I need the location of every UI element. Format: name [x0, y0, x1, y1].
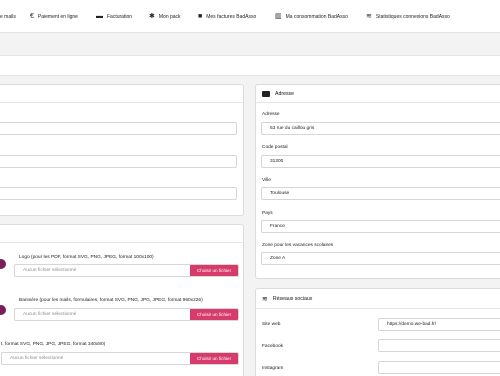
- tab-mails[interactable]: e mails: [0, 0, 16, 33]
- site-web-field[interactable]: https://demo.we-bad.fr/: [378, 318, 500, 331]
- tab-facturation[interactable]: ▬ Facturation: [96, 0, 132, 33]
- tab-ma-consommation-label: Ma consommation BadAsso: [285, 13, 348, 20]
- zone-select[interactable]: Zone A: [261, 252, 500, 265]
- facebook-label: Facebook: [262, 344, 284, 349]
- tab-statistiques[interactable]: ≋ Statistiques connexions BadAsso: [366, 0, 450, 33]
- address-card-header: Adresse: [256, 85, 500, 103]
- logo-preview: [0, 259, 6, 269]
- social-card-title: Réseaux sociaux: [272, 295, 313, 302]
- banner-choose-file-button[interactable]: Choisir un fichier: [190, 309, 238, 320]
- wifi-icon: ≋: [262, 295, 268, 303]
- social-card: ≋ Réseaux sociaux Site web https://demo.…: [255, 288, 500, 376]
- banner-file-status: Aucun fichier sélectionné: [23, 312, 77, 317]
- logo-label: Logo (pour les PDF, format SVG, PNG, JPE…: [19, 255, 154, 260]
- banner-preview: [0, 305, 6, 315]
- tab-bar: e mails € Paiement en ligne ▬ Facturatio…: [0, 0, 500, 33]
- images-card-header: [0, 225, 243, 243]
- third-file-input[interactable]: Aucun fichier sélectionné Choisir un fic…: [1, 352, 239, 365]
- images-card: Logo (pour les PDF, format SVG, PNG, JPE…: [0, 224, 244, 376]
- tab-paiement-en-ligne-label: Paiement en ligne: [37, 13, 78, 20]
- address-card: Adresse Adresse 53 rue du caillou gris C…: [255, 84, 500, 279]
- ville-field[interactable]: Toulouse: [261, 187, 500, 200]
- puzzle-icon: ✱: [149, 13, 155, 20]
- pays-field[interactable]: France: [261, 220, 500, 233]
- third-image-label: t, format SVG, PNG, JPG, JPEG, format 34…: [1, 342, 106, 347]
- general-info-card-header: [0, 85, 243, 103]
- general-info-card: [0, 84, 244, 216]
- tab-mes-factures[interactable]: ■ Mes factures BadAsso: [198, 0, 256, 33]
- tab-mon-pack-label: Mon pack: [158, 13, 181, 20]
- tab-mes-factures-label: Mes factures BadAsso: [206, 13, 257, 20]
- wifi-icon: ≋: [366, 13, 372, 20]
- banner-file-input[interactable]: Aucun fichier sélectionné Choisir un fic…: [14, 308, 239, 321]
- sub-toolbar: [0, 55, 500, 76]
- instagram-label: Instagram: [262, 366, 284, 371]
- logo-file-input[interactable]: Aucun fichier sélectionné Choisir un fic…: [14, 264, 239, 277]
- tab-facturation-label: Facturation: [107, 13, 133, 20]
- instagram-field[interactable]: [378, 361, 500, 374]
- code-postal-field[interactable]: 31200: [261, 155, 500, 168]
- third-file-status: Aucun fichier sélectionné: [10, 356, 64, 361]
- logo-file-status: Aucun fichier sélectionné: [23, 268, 77, 273]
- third-choose-file-button[interactable]: Choisir un fichier: [190, 353, 238, 364]
- logo-choose-file-button[interactable]: Choisir un fichier: [190, 265, 238, 276]
- general-field-3[interactable]: [0, 187, 237, 200]
- euro-icon: €: [30, 13, 34, 20]
- tab-mails-label: e mails: [0, 13, 16, 20]
- address-card-icon: [262, 90, 270, 97]
- tab-paiement-en-ligne[interactable]: € Paiement en ligne: [30, 0, 78, 33]
- tab-statistiques-label: Statistiques connexions BadAsso: [375, 13, 450, 20]
- site-web-label: Site web: [262, 322, 281, 327]
- banner-label: Bannière (pour les mails, formulaires, f…: [19, 298, 203, 303]
- general-field-2[interactable]: [0, 155, 237, 168]
- adresse-field[interactable]: 53 rue du caillou gris: [261, 122, 500, 135]
- chart-icon: ▥: [275, 13, 282, 20]
- zone-label: Zone pour les vacances scolaires: [262, 243, 334, 248]
- card-icon: ▬: [96, 13, 103, 20]
- social-card-header: ≋ Réseaux sociaux: [256, 289, 500, 309]
- general-field-1[interactable]: [0, 122, 237, 135]
- address-card-title: Adresse: [275, 90, 295, 97]
- code-postal-label: Code postal: [262, 145, 288, 150]
- pays-label: Pays: [262, 211, 273, 216]
- facebook-field[interactable]: [378, 339, 500, 352]
- adresse-label: Adresse: [262, 112, 280, 117]
- ville-label: Ville: [262, 178, 271, 183]
- tab-ma-consommation[interactable]: ▥ Ma consommation BadAsso: [275, 0, 348, 33]
- tab-mon-pack[interactable]: ✱ Mon pack: [149, 0, 181, 33]
- document-icon: ■: [198, 13, 203, 20]
